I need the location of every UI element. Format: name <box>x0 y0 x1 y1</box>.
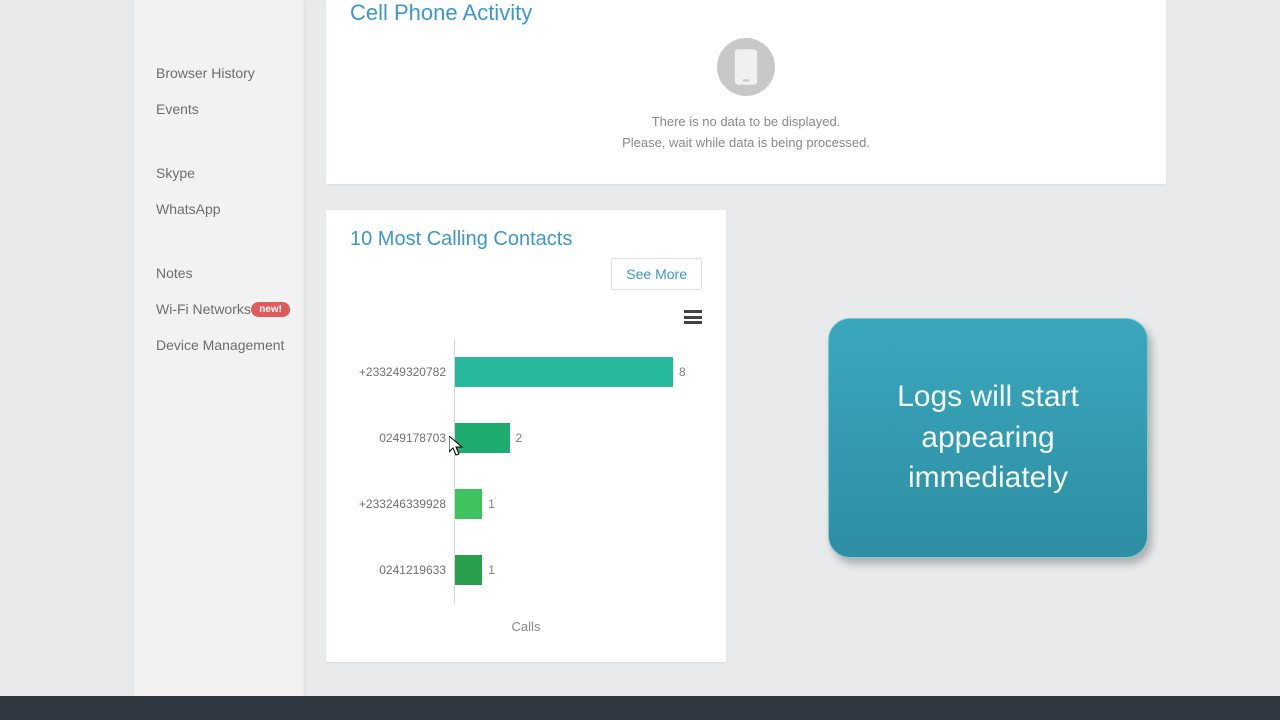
chart-row: +233246339928 1 <box>350 471 702 537</box>
chart-value-label: 1 <box>488 563 495 577</box>
chart-value-label: 2 <box>516 431 523 445</box>
sidebar-item-notes[interactable]: Notes <box>134 255 304 291</box>
calling-contacts-chart: +233249320782802491787032+23324633992810… <box>350 339 702 603</box>
chart-row: 0241219633 1 <box>350 537 702 603</box>
sidebar-item-browser-history[interactable]: Browser History <box>134 55 304 91</box>
chart-xlabel: Calls <box>350 619 702 634</box>
chart-bar[interactable] <box>455 489 482 519</box>
chart-bar[interactable] <box>455 357 673 387</box>
chart-category-label: 0241219633 <box>350 563 454 577</box>
chart-category-label: +233246339928 <box>350 497 454 511</box>
chart-bar[interactable] <box>455 555 482 585</box>
cursor-icon <box>449 436 465 456</box>
chart-category-label: +233249320782 <box>350 365 454 379</box>
chart-row: +233249320782 8 <box>350 339 702 405</box>
footer-bar <box>0 696 1280 720</box>
chart-value-label: 8 <box>679 365 686 379</box>
most-calling-contacts-title: 10 Most Calling Contacts <box>350 228 702 251</box>
phone-icon <box>717 38 775 96</box>
most-calling-contacts-card: 10 Most Calling Contacts See More +23324… <box>326 210 726 662</box>
sidebar-item-device-management[interactable]: Device Management <box>134 327 304 363</box>
chart-category-label: 0249178703 <box>350 431 454 445</box>
sidebar-item-skype[interactable]: Skype <box>134 155 304 191</box>
empty-state-line-1: There is no data to be displayed. <box>350 114 1142 129</box>
chart-menu-icon[interactable] <box>684 310 702 324</box>
new-badge: new! <box>251 302 290 317</box>
cell-phone-activity-title: Cell Phone Activity <box>350 0 1142 26</box>
chart-value-label: 1 <box>488 497 495 511</box>
sidebar-item-whatsapp[interactable]: WhatsApp <box>134 191 304 227</box>
sidebar-item-events[interactable]: Events <box>134 91 304 127</box>
chart-row: 0249178703 2 <box>350 405 702 471</box>
empty-state-line-2: Please, wait while data is being process… <box>350 135 1142 150</box>
see-more-button[interactable]: See More <box>611 258 702 290</box>
sidebar: Browser History Events Skype WhatsApp No… <box>134 0 304 720</box>
info-callout: Logs will start appearing immediately <box>828 318 1148 558</box>
cell-phone-activity-card: Cell Phone Activity There is no data to … <box>326 0 1166 184</box>
sidebar-item-wifi-networks[interactable]: Wi-Fi Networks new! <box>134 291 304 327</box>
